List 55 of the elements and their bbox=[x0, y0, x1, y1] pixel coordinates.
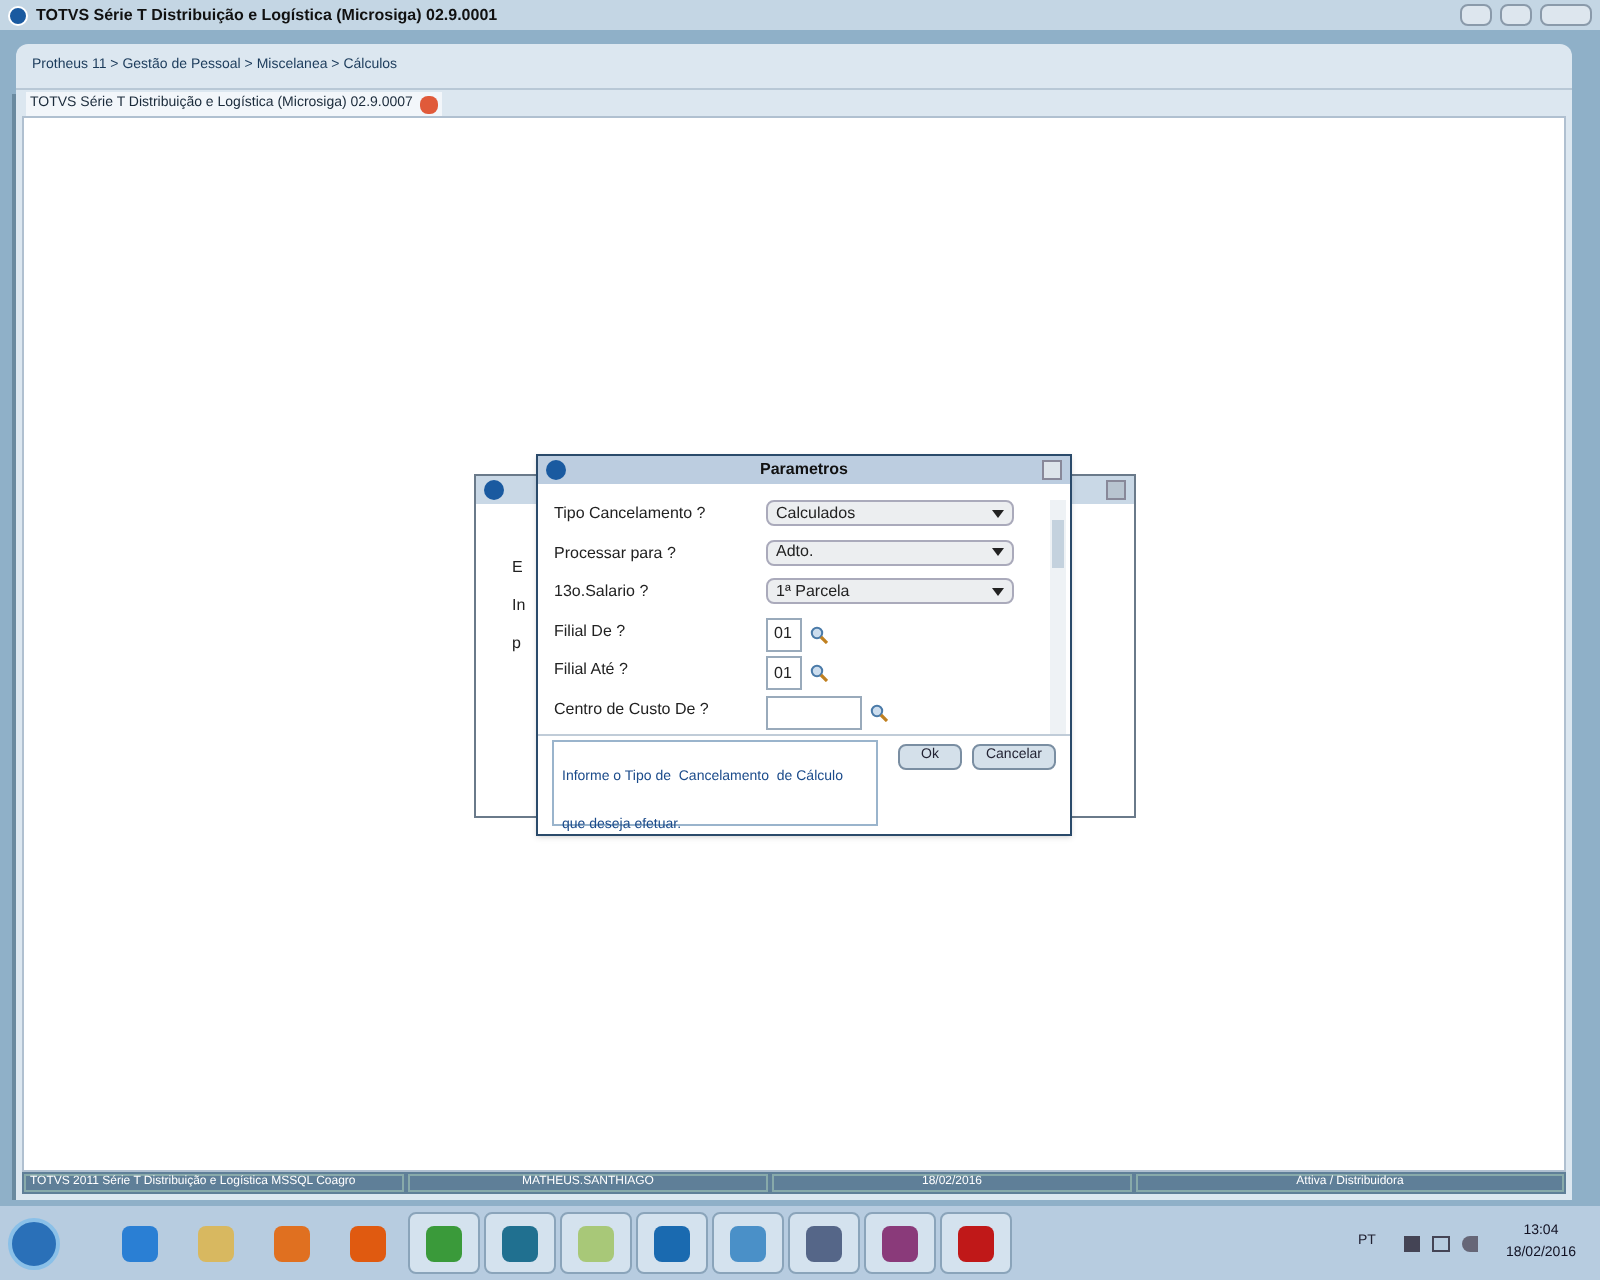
side-handle[interactable] bbox=[12, 94, 16, 1200]
parameter-label: Filial De ? bbox=[554, 619, 628, 643]
app-icon bbox=[958, 1225, 994, 1261]
app-icon bbox=[806, 1225, 842, 1261]
search-icon[interactable] bbox=[810, 664, 828, 682]
app-icon bbox=[578, 1225, 614, 1261]
close-button[interactable] bbox=[1106, 480, 1126, 500]
input-field[interactable]: 01 bbox=[766, 656, 802, 690]
dropdown[interactable]: 1ª Parcela bbox=[766, 578, 1014, 604]
app-icon bbox=[502, 1225, 538, 1261]
parameter-label: Processar para ? bbox=[554, 541, 678, 565]
taskbar-button[interactable] bbox=[864, 1212, 936, 1274]
dropdown[interactable]: Calculados bbox=[766, 500, 1014, 526]
app-logo-icon bbox=[8, 5, 28, 25]
dropdown[interactable]: Adto. bbox=[766, 539, 1014, 565]
app-icon bbox=[882, 1225, 918, 1261]
start-button[interactable] bbox=[8, 1217, 60, 1269]
app-icon bbox=[122, 1225, 158, 1261]
scrollbar-thumb[interactable] bbox=[1052, 520, 1064, 568]
app-icon bbox=[426, 1225, 462, 1261]
scrollbar[interactable] bbox=[1050, 500, 1066, 734]
app-icon bbox=[654, 1225, 690, 1261]
app-logo-icon bbox=[546, 460, 566, 480]
minimize-button[interactable] bbox=[1460, 4, 1492, 26]
search-icon[interactable] bbox=[810, 625, 828, 643]
taskbar-button[interactable] bbox=[636, 1212, 708, 1274]
app-icon bbox=[198, 1225, 234, 1261]
parameter-label: Tipo Cancelamento ? bbox=[554, 502, 708, 526]
close-button[interactable] bbox=[1042, 460, 1062, 480]
restore-button[interactable] bbox=[1500, 4, 1532, 26]
parameter-label: 13o.Salario ? bbox=[554, 580, 651, 604]
taskbar-button[interactable] bbox=[788, 1212, 860, 1274]
taskbar-button[interactable] bbox=[712, 1212, 784, 1274]
dialog-text: E bbox=[512, 556, 523, 580]
taskbar-button[interactable] bbox=[408, 1212, 480, 1274]
parameter-label: Filial Até ? bbox=[554, 658, 630, 682]
dialog-title: Parametros bbox=[757, 458, 851, 482]
dialog-text: p bbox=[512, 632, 521, 656]
caret-icon bbox=[992, 548, 1004, 556]
dialog-text: In bbox=[512, 594, 526, 618]
close-button[interactable] bbox=[1540, 4, 1592, 26]
caret-icon bbox=[992, 509, 1004, 517]
input-field[interactable]: 01 bbox=[766, 617, 802, 651]
parameter-label: Centro de Custo De ? bbox=[554, 697, 711, 721]
taskbar-button[interactable] bbox=[484, 1212, 556, 1274]
app-icon bbox=[274, 1225, 310, 1261]
taskbar-button[interactable] bbox=[940, 1212, 1012, 1274]
search-icon[interactable] bbox=[870, 703, 888, 721]
input-field[interactable] bbox=[766, 695, 862, 729]
close-icon[interactable] bbox=[420, 95, 439, 113]
caret-icon bbox=[992, 587, 1004, 595]
window-title: TOTVS Série T Distribuição e Logística (Microsiga) 02.9.0001 bbox=[36, 3, 500, 27]
app-icon bbox=[730, 1225, 766, 1261]
app-logo-icon bbox=[484, 480, 504, 500]
app-icon bbox=[350, 1225, 386, 1261]
